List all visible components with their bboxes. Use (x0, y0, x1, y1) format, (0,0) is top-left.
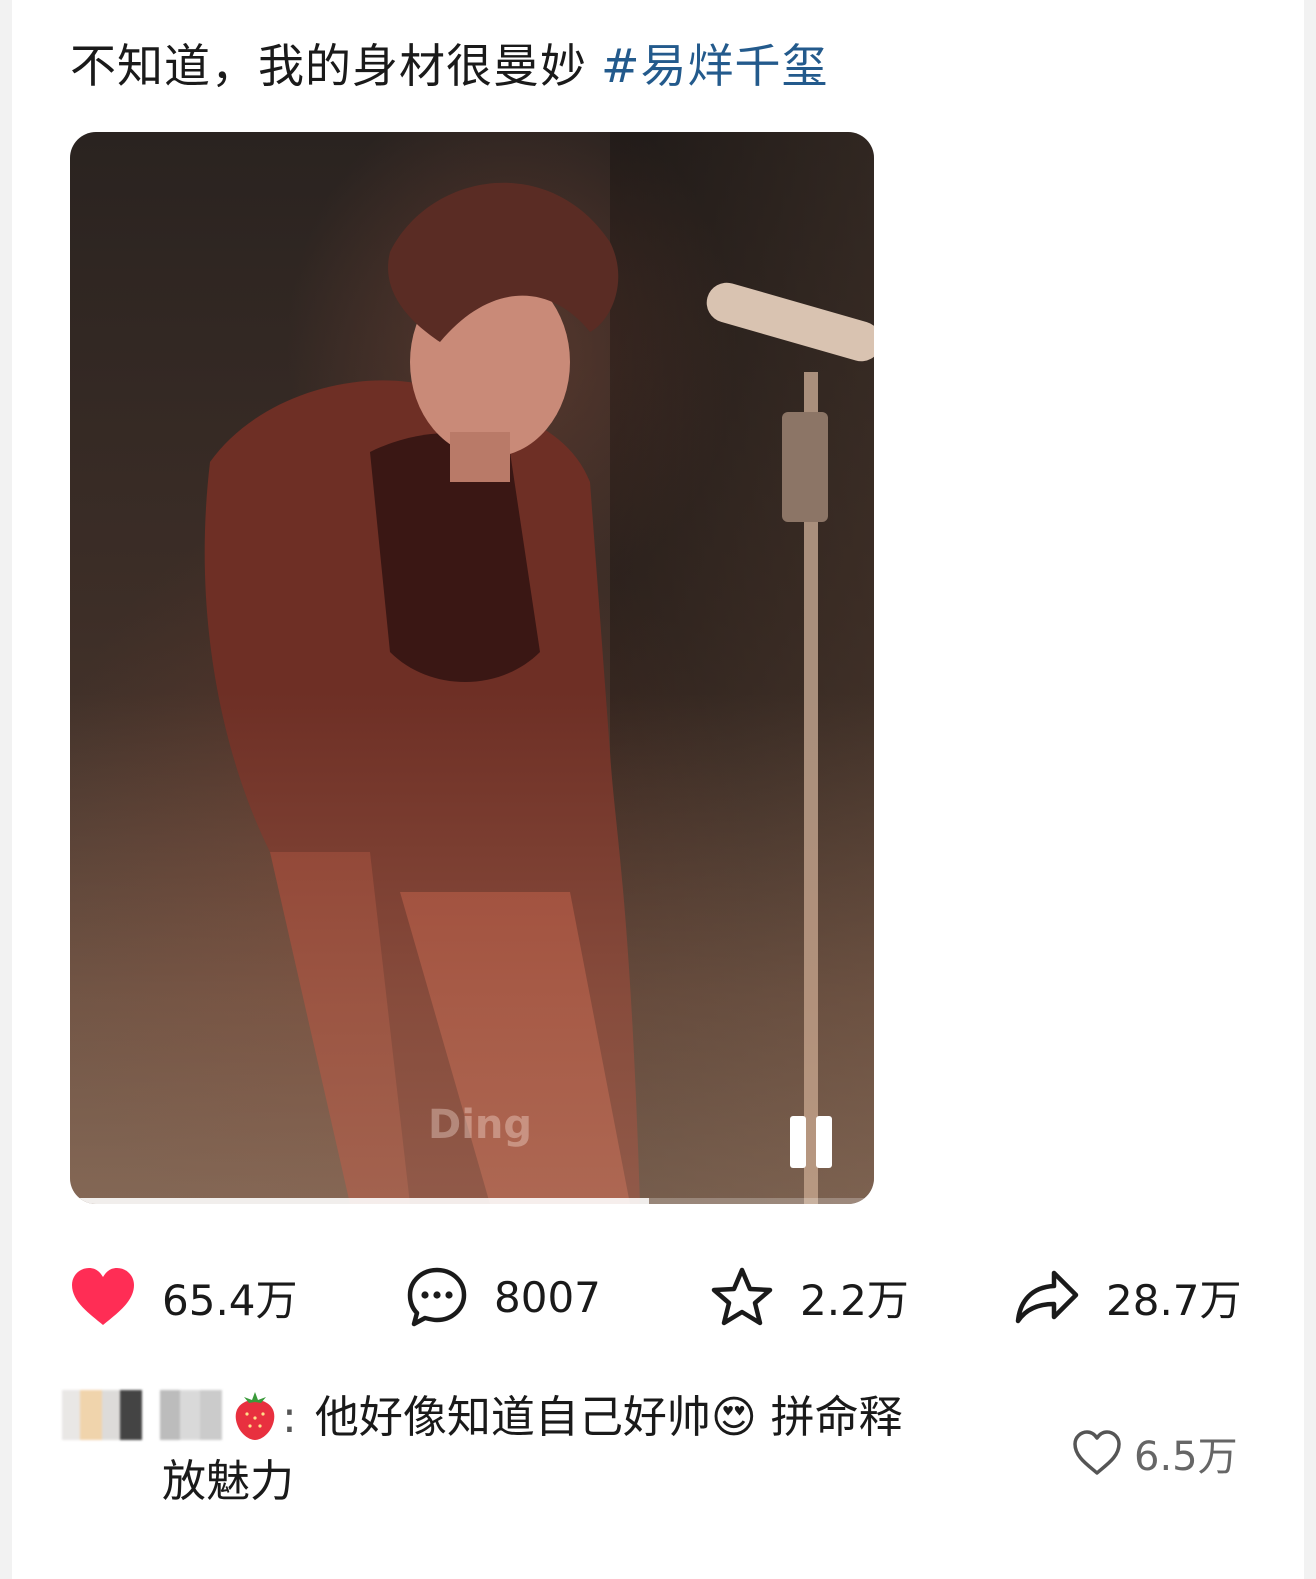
comment-text-2: 放魅力 (162, 1456, 294, 1507)
post-actions-bar: 65.4万 8007 2.2万 28.7万 (70, 1262, 1250, 1332)
comment-action[interactable]: 8007 (406, 1262, 601, 1332)
share-arrow-icon (1015, 1270, 1079, 1324)
like-count: 65.4万 (162, 1275, 298, 1325)
comment-text-1: 他好像知道自己好帅😍 拼命释 (314, 1392, 903, 1443)
mic-clip (782, 412, 828, 522)
heart-outline-icon (1073, 1430, 1121, 1475)
pause-bar-right (816, 1116, 832, 1168)
comment-bubble-icon (407, 1267, 467, 1327)
pause-bar-left (790, 1116, 806, 1168)
video-progress-track[interactable] (70, 1198, 874, 1204)
neck (450, 432, 510, 482)
pause-button[interactable] (786, 1116, 834, 1172)
video-player[interactable]: Ding (70, 132, 874, 1204)
hashtag-link[interactable]: #易烊千玺 (601, 39, 829, 93)
heart-filled-icon (72, 1268, 134, 1325)
share-count: 28.7万 (1106, 1275, 1242, 1325)
commenter-name-blurred (62, 1390, 222, 1440)
video-progress-fill (70, 1198, 649, 1204)
comment-separator: : (282, 1392, 297, 1443)
strawberry-icon (235, 1392, 275, 1440)
star-outline-icon (711, 1267, 773, 1326)
right-edge (1304, 0, 1316, 1579)
left-edge (0, 0, 12, 1579)
comment-count: 8007 (494, 1272, 601, 1322)
microphone (706, 282, 874, 362)
post-text: 不知道，我的身材很曼妙 (70, 39, 587, 93)
comment-line-1: : 他好像知道自己好帅😍 拼命释 (228, 1386, 903, 1450)
favorite-action[interactable]: 2.2万 (710, 1262, 909, 1332)
video-watermark: Ding (428, 1102, 533, 1148)
comment-like-count: 6.5万 (1134, 1434, 1238, 1480)
favorite-count: 2.2万 (800, 1275, 909, 1325)
like-action[interactable]: 65.4万 (70, 1262, 298, 1332)
share-action[interactable]: 28.7万 (1014, 1262, 1242, 1332)
comment-like-action[interactable]: 6.5万 (1072, 1424, 1238, 1482)
post-caption: 不知道，我的身材很曼妙 #易烊千玺 (70, 34, 829, 98)
